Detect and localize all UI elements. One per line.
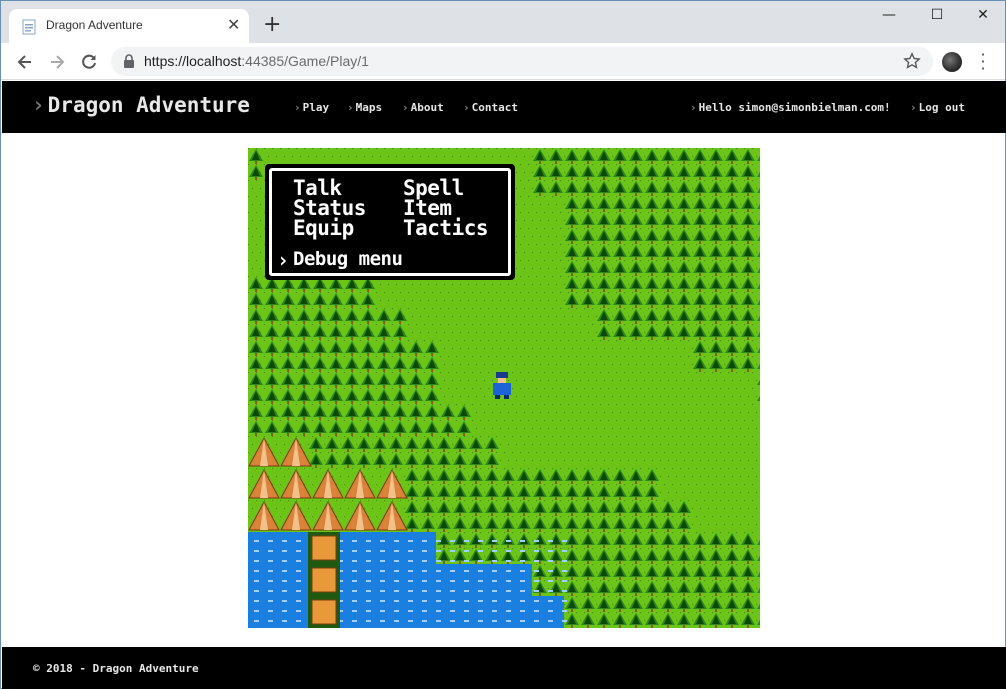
url-path: :44385/Game/Play/1 bbox=[241, 53, 369, 69]
browser-menu-icon[interactable]: · · · bbox=[977, 47, 989, 77]
maximize-button[interactable]: ☐ bbox=[922, 7, 952, 29]
menu-debug[interactable]: Debug menu bbox=[293, 249, 403, 269]
browser-toolbar: https://localhost:44385/Game/Play/1 bbox=[1, 43, 1005, 80]
site-header: Dragon Adventure Play Maps About Contact… bbox=[2, 81, 1006, 133]
game-canvas[interactable]: Talk Status Equip Spell Item Tactics › D… bbox=[248, 148, 760, 628]
lock-icon bbox=[124, 54, 134, 68]
url-text: https://localhost:44385/Game/Play/1 bbox=[144, 53, 369, 69]
profile-avatar[interactable] bbox=[942, 52, 962, 72]
page-icon bbox=[22, 19, 36, 35]
logout-link[interactable]: Log out bbox=[910, 101, 965, 114]
close-window-button[interactable]: ✕ bbox=[968, 7, 998, 29]
address-bar[interactable]: https://localhost:44385/Game/Play/1 bbox=[111, 47, 933, 76]
menu-talk[interactable]: Talk bbox=[293, 178, 342, 199]
menu-spell[interactable]: Spell bbox=[403, 178, 464, 199]
menu-equip[interactable]: Equip bbox=[293, 218, 354, 239]
minimize-button[interactable]: — bbox=[874, 7, 904, 29]
menu-item[interactable]: Item bbox=[403, 198, 452, 219]
nav-maps[interactable]: Maps bbox=[347, 101, 383, 114]
nav-about[interactable]: About bbox=[402, 101, 444, 114]
nav-contact[interactable]: Contact bbox=[463, 101, 518, 114]
site-footer: © 2018 - Dragon Adventure bbox=[2, 647, 1006, 689]
forward-arrow-icon[interactable] bbox=[47, 52, 67, 72]
copyright-text: © 2018 - Dragon Adventure bbox=[33, 662, 199, 675]
back-arrow-icon[interactable] bbox=[15, 52, 35, 72]
menu-status[interactable]: Status bbox=[293, 198, 366, 219]
close-tab-icon[interactable]: ✕ bbox=[227, 16, 240, 34]
user-greeting-link[interactable]: Hello simon@simonbielman.com! bbox=[690, 101, 891, 114]
browser-window: Dragon Adventure ✕ + — ☐ ✕ https://local… bbox=[0, 0, 1006, 689]
nav-play[interactable]: Play bbox=[294, 101, 330, 114]
new-tab-button[interactable]: + bbox=[263, 14, 281, 36]
command-menu: Talk Status Equip Spell Item Tactics › D… bbox=[265, 164, 515, 280]
tab-title: Dragon Adventure bbox=[46, 18, 143, 32]
menu-tactics[interactable]: Tactics bbox=[403, 218, 489, 239]
browser-tab[interactable]: Dragon Adventure ✕ bbox=[9, 9, 249, 43]
brand-logo[interactable]: Dragon Adventure bbox=[32, 93, 250, 117]
url-host: https://localhost bbox=[144, 53, 242, 69]
menu-cursor-icon: › bbox=[277, 248, 290, 272]
bookmark-star-icon[interactable] bbox=[903, 52, 921, 70]
browser-titlebar: Dragon Adventure ✕ + — ☐ ✕ bbox=[1, 1, 1005, 43]
reload-icon[interactable] bbox=[79, 52, 99, 72]
